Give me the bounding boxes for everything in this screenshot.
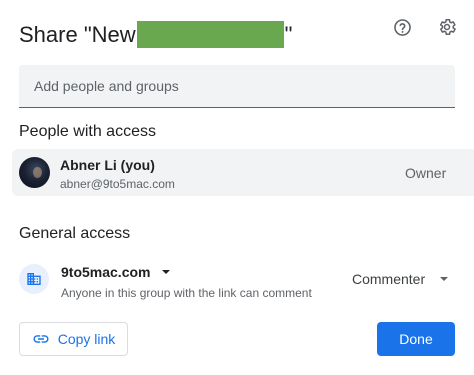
chevron-down-icon [440,277,449,281]
done-button[interactable]: Done [377,322,455,356]
people-with-access-heading: People with access [19,123,156,140]
dialog-title-prefix: Share "New [19,22,136,47]
access-role-label: Commenter [352,271,426,287]
add-people-input[interactable] [19,65,455,108]
domain-icon-badge [19,264,49,294]
access-role-dropdown[interactable]: Commenter [352,271,449,287]
domain-access-dropdown[interactable]: 9to5mac.com [61,264,171,280]
domain-name: 9to5mac.com [61,264,151,280]
copy-link-button[interactable]: Copy link [19,322,128,356]
link-icon [33,335,49,343]
copy-link-label: Copy link [57,331,116,347]
dialog-title-suffix: " [284,22,293,47]
access-description: Anyone in this group with the link can c… [61,286,312,300]
person-row-owner[interactable]: Abner Li (you) abner@9to5mac.com Owner [12,149,474,196]
help-circle-icon [393,18,411,36]
domain-building-icon [27,273,41,285]
help-button[interactable] [389,14,415,40]
redacted-filename [136,21,284,48]
share-dialog: Share "New " People with access Abner Li … [0,0,474,375]
person-name: Abner Li (you) [60,157,155,173]
dialog-title: Share "New " [19,20,292,50]
settings-button[interactable] [434,14,460,40]
person-role: Owner [405,165,447,181]
chevron-down-icon [162,270,171,274]
gear-icon [439,19,456,35]
general-access-heading: General access [19,225,131,242]
person-email: abner@9to5mac.com [60,177,175,191]
avatar [19,157,50,188]
